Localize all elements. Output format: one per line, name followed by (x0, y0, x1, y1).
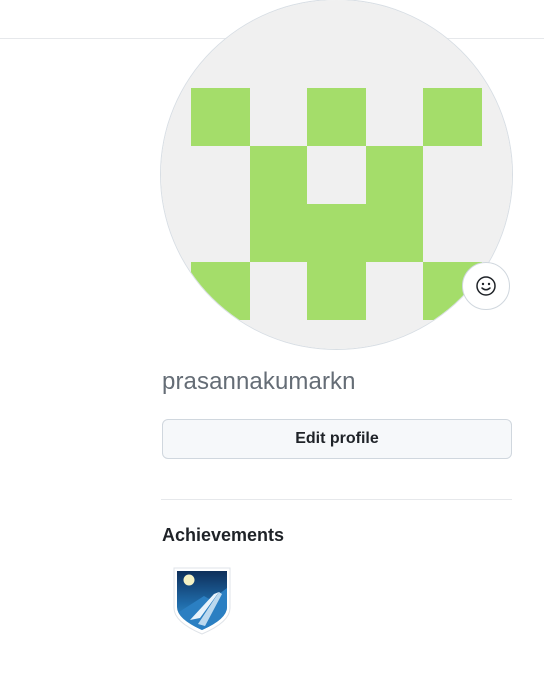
section-divider (161, 499, 512, 500)
profile-sidebar: prasannakumarkn Edit profile Achievement… (0, 0, 544, 694)
achievement-badge-icon (173, 567, 231, 635)
avatar[interactable] (161, 0, 512, 349)
smiley-icon (476, 276, 496, 296)
achievement-badge[interactable] (170, 566, 234, 636)
identicon-image (161, 0, 512, 349)
achievements-heading[interactable]: Achievements (162, 525, 284, 546)
avatar-container (161, 0, 512, 349)
edit-profile-button[interactable]: Edit profile (162, 419, 512, 459)
set-status-button[interactable] (462, 262, 510, 310)
username: prasannakumarkn (162, 368, 356, 395)
